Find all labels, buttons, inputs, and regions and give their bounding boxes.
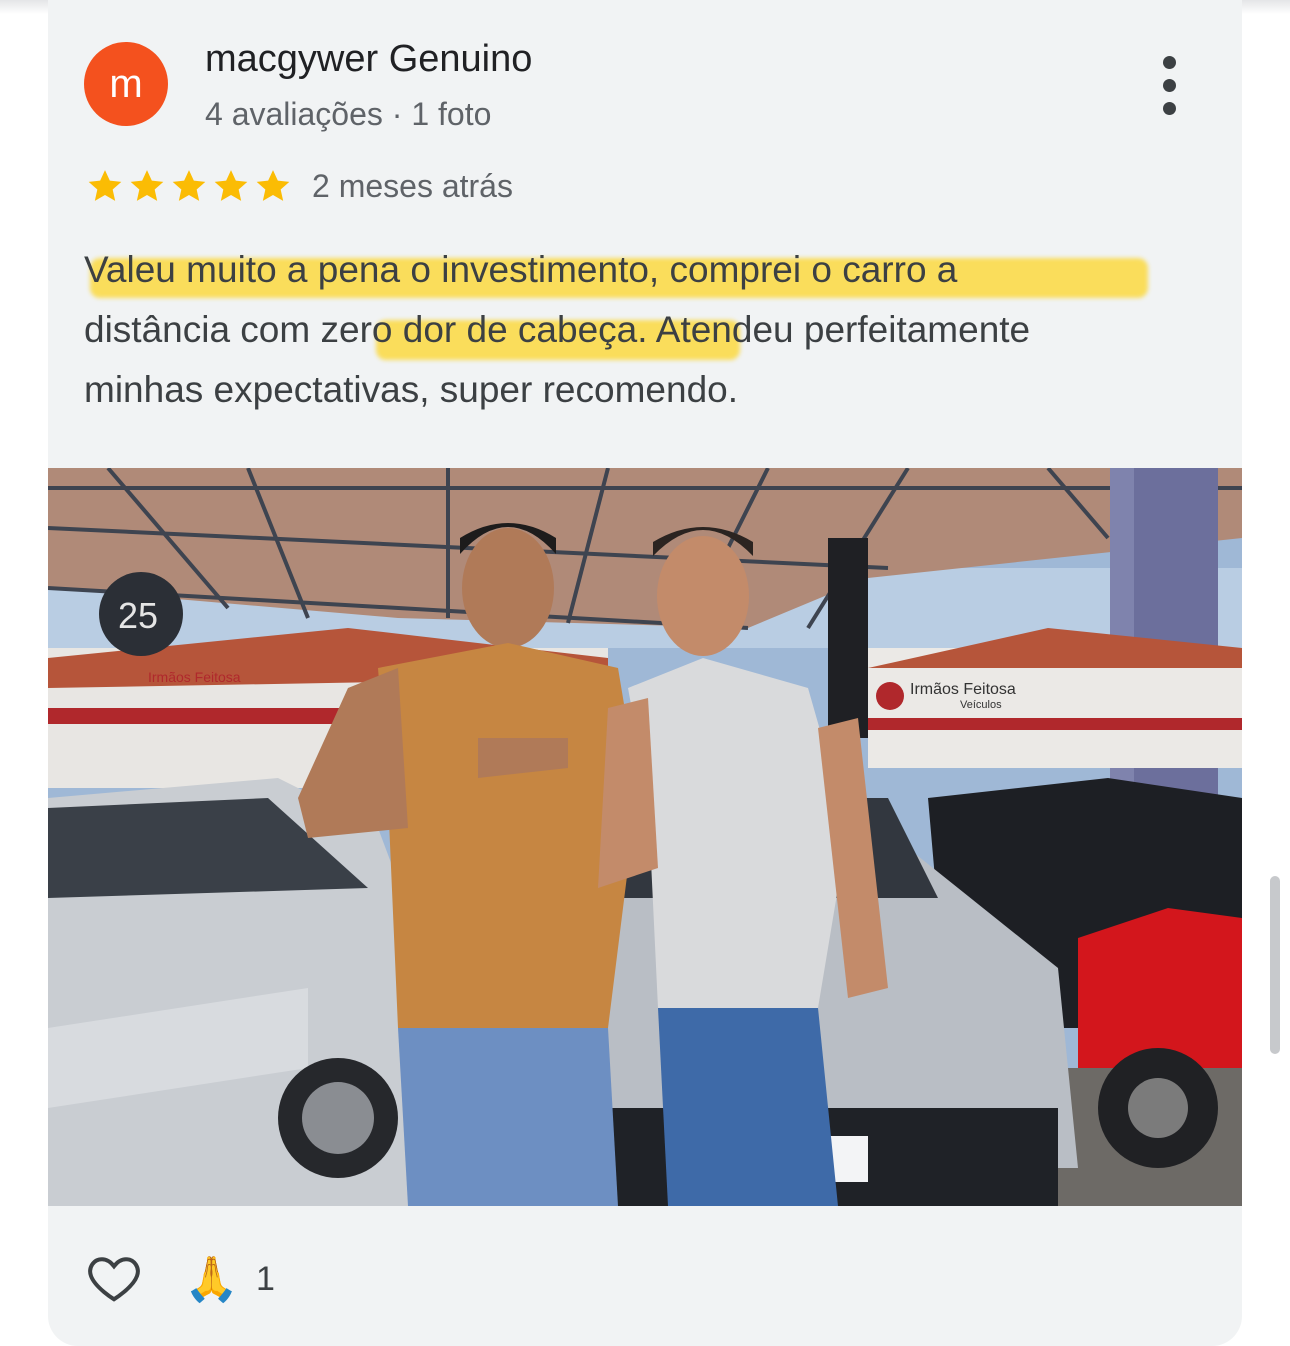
star-icon xyxy=(88,170,122,201)
star-icon xyxy=(172,170,206,201)
review-text: Valeu muito a pena o investimento, compr… xyxy=(84,240,1224,420)
photo-illustration: Irmãos Feitosa 25 Irmãos Feitosa Veículo… xyxy=(48,468,1242,1206)
review-text-line: distância com zero dor de cabeça. Atende… xyxy=(84,309,1031,350)
badge-text: 25 xyxy=(118,595,158,636)
rating-stars xyxy=(84,166,294,206)
sign-left: Irmãos Feitosa xyxy=(148,669,241,685)
star-icon xyxy=(214,170,248,201)
more-options-icon[interactable] xyxy=(1152,56,1188,116)
reaction-count: 1 xyxy=(256,1260,275,1298)
author-avatar[interactable]: m xyxy=(84,42,168,126)
review-text-line: minhas expectativas, super recomendo. xyxy=(84,369,739,410)
review-date: 2 meses atrás xyxy=(312,168,513,204)
reaction-emoji[interactable]: 🙏 xyxy=(184,1252,239,1308)
scrollbar[interactable] xyxy=(1270,876,1280,1054)
author-meta: 4 avaliações · 1 foto xyxy=(205,96,492,132)
star-icon xyxy=(130,170,164,201)
star-icon xyxy=(256,170,290,201)
author-name[interactable]: macgywer Genuino xyxy=(205,38,532,81)
review-text-line: Valeu muito a pena o investimento, compr… xyxy=(84,249,958,290)
sign-right: Irmãos Feitosa xyxy=(910,681,1016,698)
sign-right-sub: Veículos xyxy=(960,699,1002,711)
heart-outline-icon[interactable] xyxy=(82,1248,146,1308)
review-photo[interactable]: Irmãos Feitosa 25 Irmãos Feitosa Veículo… xyxy=(48,468,1242,1206)
